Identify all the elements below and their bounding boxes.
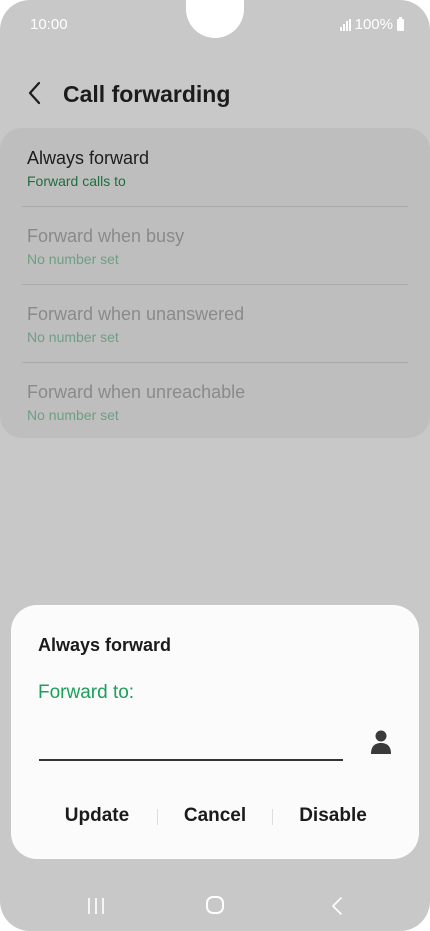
back-icon[interactable] xyxy=(330,896,344,916)
forward-to-label: Forward to: xyxy=(38,682,135,703)
option-title: Always forward xyxy=(27,148,150,168)
option-subtitle: No number set xyxy=(27,407,119,423)
battery-percent: 100% xyxy=(354,16,393,33)
page-title: Call forwarding xyxy=(63,81,231,107)
dialog-buttons: Update Cancel Disable xyxy=(11,801,419,831)
app-header: Call forwarding xyxy=(0,70,430,116)
navigation-bar xyxy=(0,880,430,930)
status-bar: 10:00 100% xyxy=(0,0,430,48)
home-icon[interactable] xyxy=(206,896,224,914)
signal-icon xyxy=(339,18,351,31)
forwarding-options-list: Always forward Forward calls to Forward … xyxy=(0,128,430,438)
option-forward-when-unreachable[interactable]: Forward when unreachable No number set xyxy=(0,362,430,440)
option-always-forward[interactable]: Always forward Forward calls to xyxy=(0,128,430,206)
chevron-left-icon[interactable] xyxy=(22,80,48,106)
forward-dialog: Always forward Forward to: Update Cancel… xyxy=(11,605,419,859)
disable-button[interactable]: Disable xyxy=(293,801,373,831)
option-subtitle: Forward calls to xyxy=(27,173,126,189)
status-time: 10:00 xyxy=(30,16,68,33)
option-subtitle: No number set xyxy=(27,251,119,267)
option-title: Forward when unanswered xyxy=(27,304,245,324)
option-subtitle: No number set xyxy=(27,329,119,345)
dialog-title: Always forward xyxy=(38,635,172,655)
button-separator xyxy=(272,809,273,825)
person-icon[interactable] xyxy=(369,729,393,755)
recents-icon[interactable] xyxy=(86,897,106,915)
cancel-button[interactable]: Cancel xyxy=(176,801,254,831)
phone-screen: 10:00 100% Call forwarding Always forwar… xyxy=(0,0,430,931)
option-forward-when-busy[interactable]: Forward when busy No number set xyxy=(0,206,430,284)
option-title: Forward when unreachable xyxy=(27,382,246,402)
forward-number-input[interactable] xyxy=(39,727,343,761)
option-forward-when-unanswered[interactable]: Forward when unanswered No number set xyxy=(0,284,430,362)
status-right: 100% xyxy=(339,16,404,33)
button-separator xyxy=(157,809,158,825)
update-button[interactable]: Update xyxy=(57,801,137,831)
battery-icon xyxy=(397,16,404,31)
option-title: Forward when busy xyxy=(27,226,185,246)
